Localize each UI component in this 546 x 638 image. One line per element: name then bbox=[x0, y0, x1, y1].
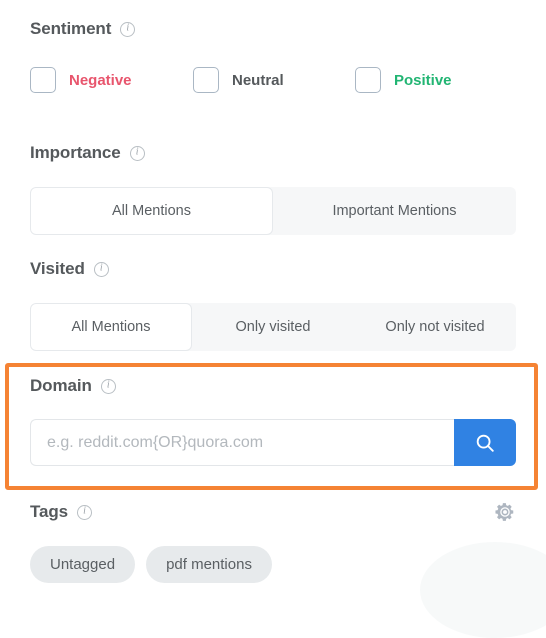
info-icon[interactable]: i bbox=[77, 504, 93, 520]
visited-segmented-control: All Mentions Only visited Only not visit… bbox=[30, 303, 516, 351]
filters-panel: Sentiment i Negative Neutral Positive Im… bbox=[0, 0, 546, 638]
importance-header: Importance i bbox=[30, 142, 516, 164]
importance-section: Importance i All Mentions Important Ment… bbox=[30, 142, 516, 235]
importance-segmented-control: All Mentions Important Mentions bbox=[30, 187, 516, 235]
visited-segment-only-not-visited[interactable]: Only not visited bbox=[354, 303, 516, 351]
sentiment-header: Sentiment i bbox=[30, 18, 452, 40]
info-icon[interactable]: i bbox=[100, 378, 116, 394]
importance-segment-important-mentions[interactable]: Important Mentions bbox=[273, 187, 516, 235]
sentiment-label-positive: Positive bbox=[394, 71, 452, 89]
sentiment-section: Sentiment i Negative Neutral Positive bbox=[30, 18, 452, 93]
visited-title: Visited bbox=[30, 259, 85, 278]
sentiment-title: Sentiment bbox=[30, 19, 112, 38]
tags-title: Tags bbox=[30, 502, 69, 521]
importance-segment-all-mentions[interactable]: All Mentions bbox=[30, 187, 273, 235]
info-icon[interactable]: i bbox=[120, 21, 136, 37]
domain-search-field bbox=[30, 419, 516, 466]
sentiment-label-neutral: Neutral bbox=[232, 71, 284, 89]
search-icon bbox=[476, 434, 494, 452]
domain-input[interactable] bbox=[30, 419, 454, 466]
sentiment-options: Negative Neutral Positive bbox=[30, 67, 452, 93]
tag-pill-untagged[interactable]: Untagged bbox=[30, 546, 136, 583]
gear-icon bbox=[495, 503, 514, 521]
visited-segment-all-mentions[interactable]: All Mentions bbox=[30, 303, 192, 351]
sentiment-option-negative[interactable]: Negative bbox=[30, 67, 193, 93]
sentiment-option-neutral[interactable]: Neutral bbox=[193, 67, 355, 93]
info-icon[interactable]: i bbox=[129, 145, 145, 161]
tags-list: Untagged pdf mentions bbox=[30, 546, 516, 583]
tags-header-left: Tags i bbox=[30, 501, 93, 523]
checkbox-neutral[interactable] bbox=[193, 67, 219, 93]
sentiment-label-negative: Negative bbox=[69, 71, 132, 89]
domain-search-button[interactable] bbox=[454, 419, 516, 466]
domain-header: Domain i bbox=[30, 375, 516, 397]
visited-section: Visited i All Mentions Only visited Only… bbox=[30, 258, 516, 351]
info-icon[interactable]: i bbox=[93, 261, 109, 277]
tags-settings-button[interactable] bbox=[493, 500, 517, 524]
sentiment-option-positive[interactable]: Positive bbox=[355, 67, 452, 93]
tags-section: Tags i Untagged pdf mentions bbox=[30, 501, 516, 583]
domain-title: Domain bbox=[30, 376, 92, 395]
checkbox-positive[interactable] bbox=[355, 67, 381, 93]
tag-pill-pdf-mentions[interactable]: pdf mentions bbox=[146, 546, 272, 583]
importance-title: Importance bbox=[30, 143, 121, 162]
tags-header: Tags i bbox=[30, 501, 516, 523]
visited-header: Visited i bbox=[30, 258, 516, 280]
domain-section: Domain i bbox=[30, 375, 516, 466]
visited-segment-only-visited[interactable]: Only visited bbox=[192, 303, 354, 351]
checkbox-negative[interactable] bbox=[30, 67, 56, 93]
